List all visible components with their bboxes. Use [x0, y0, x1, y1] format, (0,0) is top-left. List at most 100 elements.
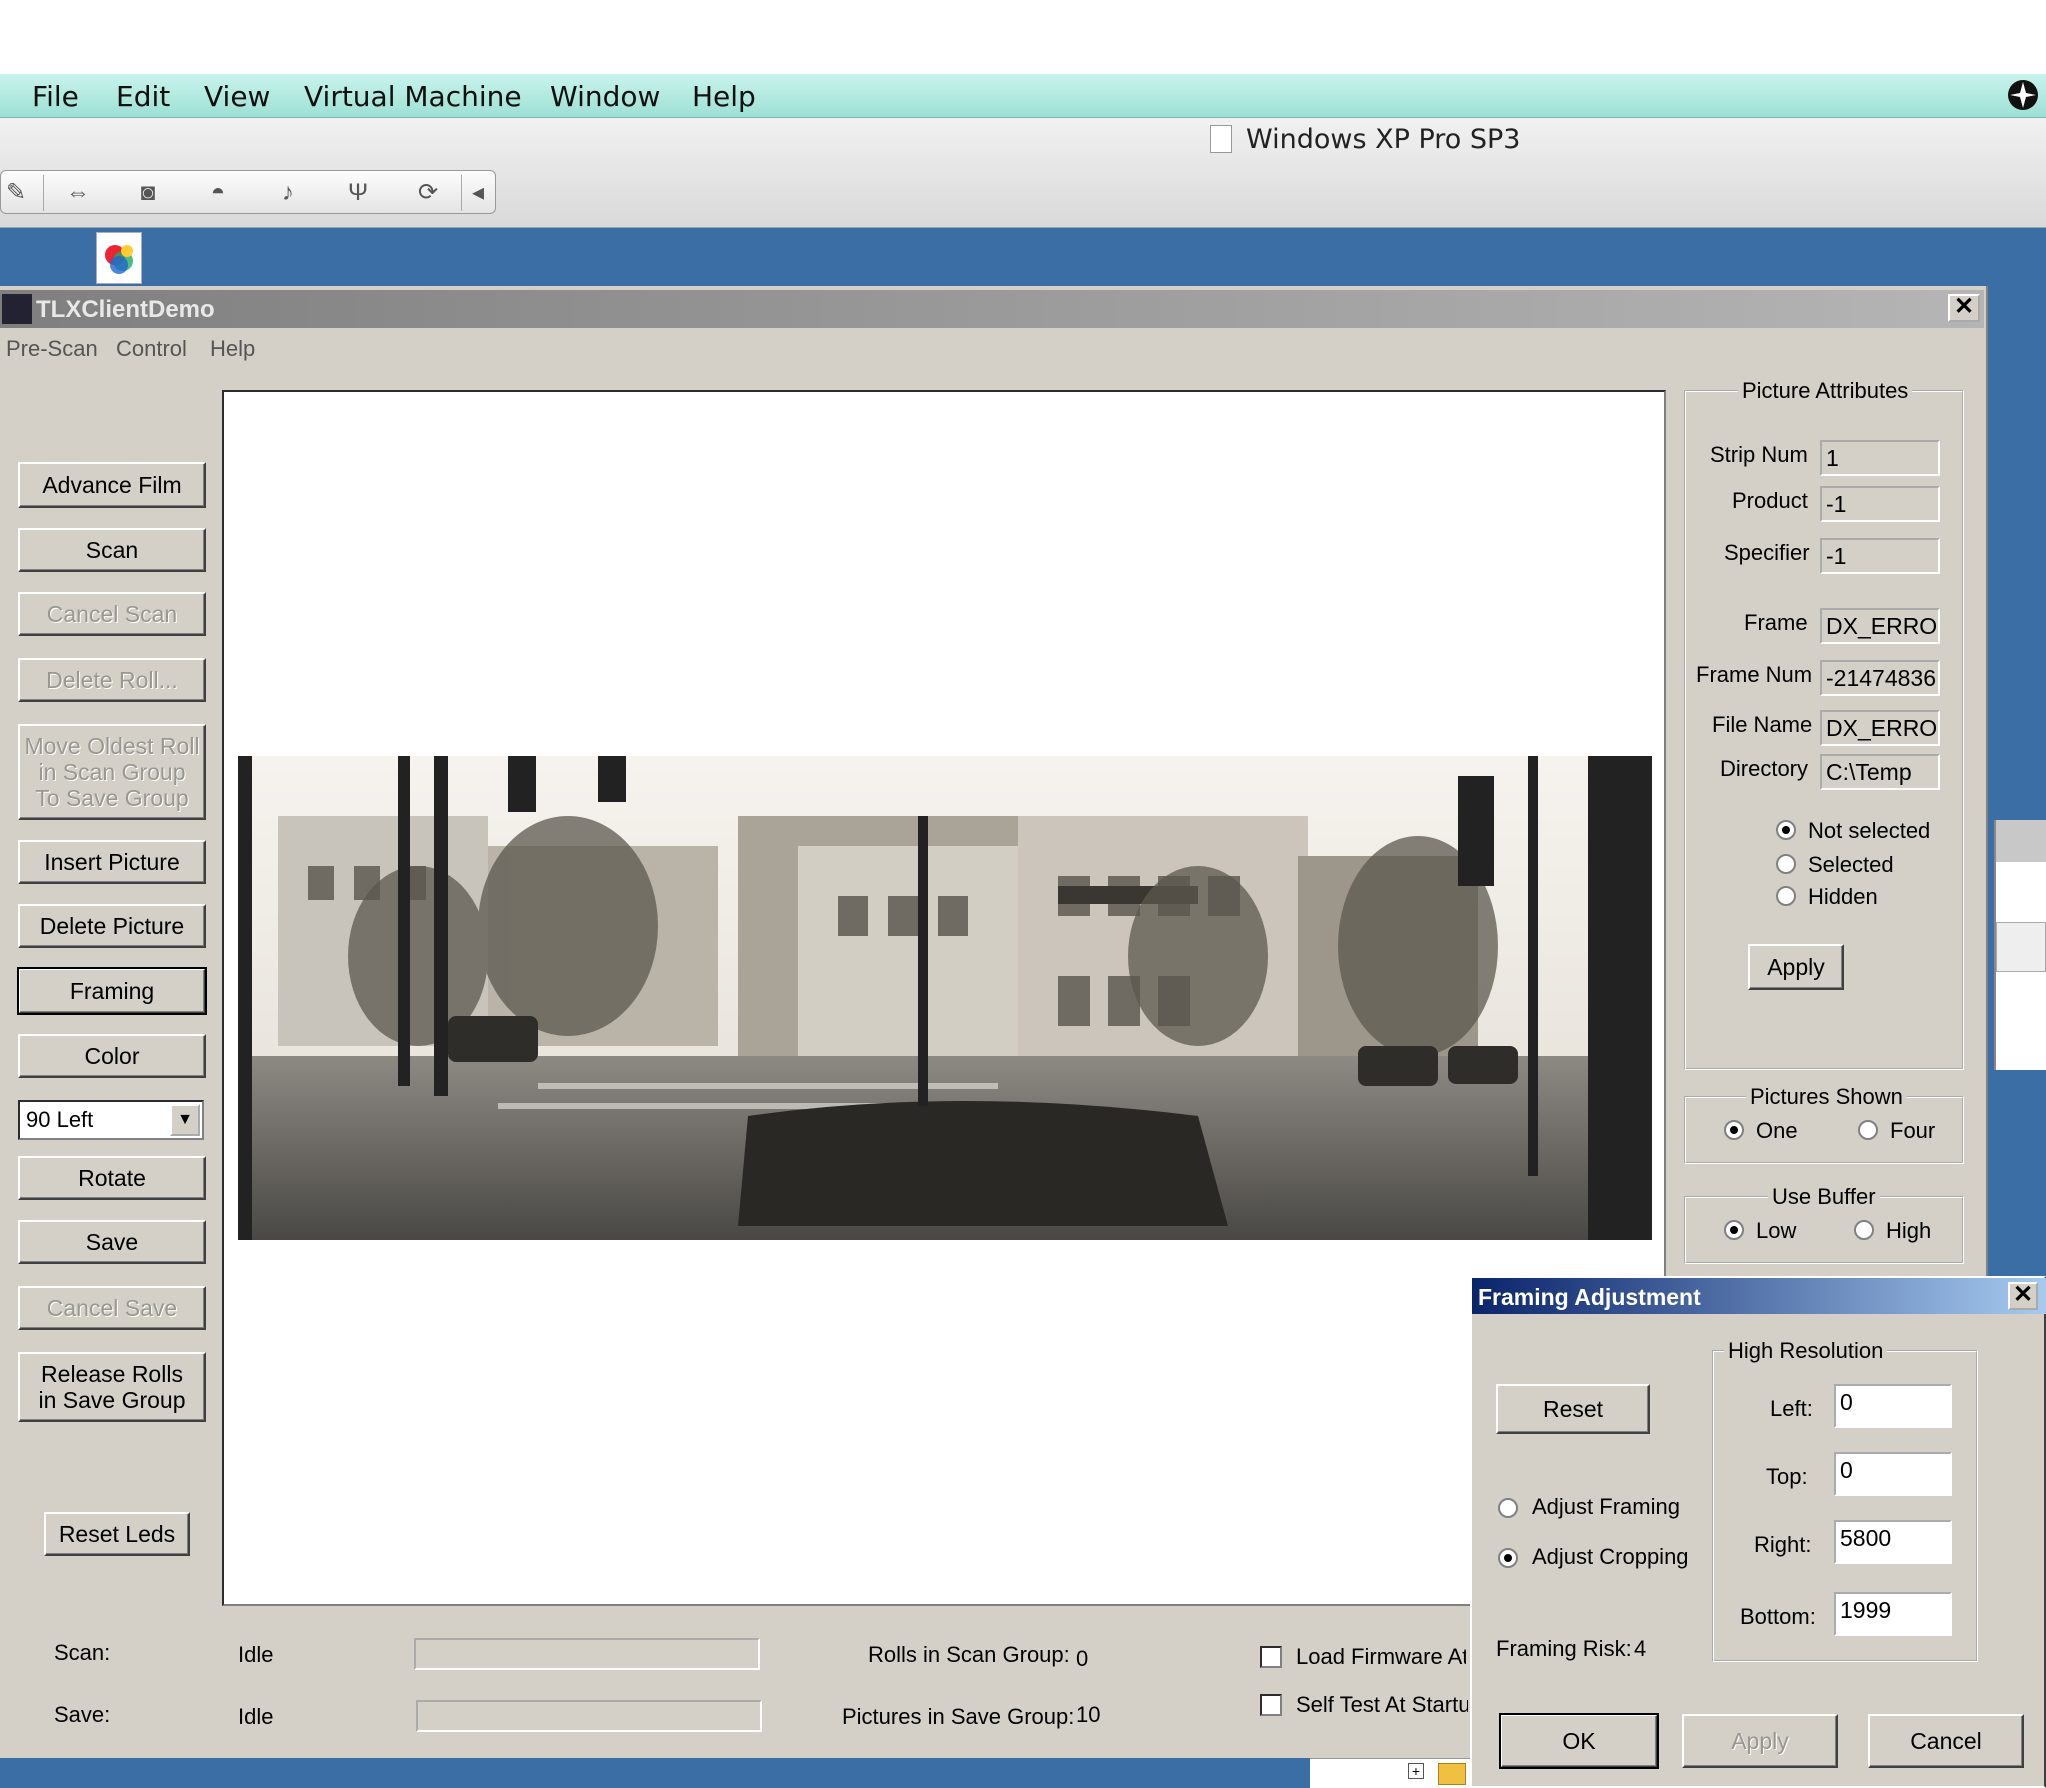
host-menu-file[interactable]: File — [32, 80, 79, 113]
product-label: Product — [1732, 488, 1808, 513]
sync-icon[interactable]: ⟳ — [413, 179, 443, 207]
use-buffer-title: Use Buffer — [1768, 1184, 1880, 1210]
save-progress-bar — [416, 1700, 762, 1732]
not-selected-radio[interactable] — [1776, 820, 1796, 840]
menu-help[interactable]: Help — [210, 336, 255, 362]
speaker-icon[interactable]: ♪ — [273, 179, 303, 207]
save-button[interactable]: Save — [18, 1220, 206, 1264]
folder-icon[interactable] — [1438, 1763, 1466, 1785]
release-rolls-button[interactable]: Release Rolls in Save Group — [18, 1352, 206, 1422]
frame-field[interactable]: DX_ERRO — [1820, 608, 1940, 644]
rolls-in-scan-group-label: Rolls in Scan Group: — [868, 1642, 1070, 1667]
pictures-one-label: One — [1756, 1118, 1798, 1143]
self-test-checkbox[interactable] — [1260, 1694, 1282, 1716]
file-name-label: File Name — [1712, 712, 1813, 737]
background-window — [1994, 820, 2046, 1070]
buffer-high-label: High — [1886, 1218, 1932, 1243]
scan-status-value: Idle — [238, 1642, 274, 1667]
cancel-scan-button[interactable]: Cancel Scan — [18, 592, 206, 636]
file-name-field[interactable]: DX_ERRO — [1820, 710, 1940, 746]
top-label: Top: — [1766, 1464, 1808, 1489]
expand-icon[interactable]: + — [1408, 1763, 1424, 1779]
directory-field[interactable]: C:\Temp — [1820, 754, 1940, 790]
load-firmware-checkbox[interactable] — [1260, 1646, 1282, 1668]
host-menubar: File Edit View Virtual Machine Window He… — [0, 74, 2046, 118]
left-field[interactable]: 0 — [1834, 1384, 1952, 1428]
framing-risk-value: 4 — [1634, 1636, 1647, 1661]
move-oldest-roll-button[interactable]: Move Oldest Roll in Scan Group To Save G… — [18, 724, 206, 820]
cancel-save-button[interactable]: Cancel Save — [18, 1286, 206, 1330]
pictures-four-label: Four — [1890, 1118, 1936, 1143]
delete-roll-button[interactable]: Delete Roll... — [18, 658, 206, 702]
directory-label: Directory — [1720, 756, 1809, 781]
frame-label: Frame — [1744, 610, 1808, 635]
not-selected-label: Not selected — [1808, 818, 1931, 843]
buffer-low-label: Low — [1756, 1218, 1797, 1243]
insert-picture-button[interactable]: Insert Picture — [18, 840, 206, 884]
chevron-down-icon[interactable]: ▼ — [170, 1104, 200, 1136]
top-field[interactable]: 0 — [1834, 1452, 1952, 1496]
specifier-label: Specifier — [1724, 540, 1810, 565]
product-field[interactable]: -1 — [1820, 486, 1940, 522]
app-close-button[interactable]: ✕ — [1948, 294, 1980, 322]
host-menu-help[interactable]: Help — [692, 80, 756, 113]
pictures-shown-title: Pictures Shown — [1746, 1084, 1907, 1110]
vm-toolbar: ✎ ⇔ ◙ ◓ ♪ Ψ ⟳ ◂ — [0, 170, 496, 214]
framing-apply-button[interactable]: Apply — [1682, 1714, 1838, 1768]
buffer-high-radio[interactable] — [1854, 1220, 1874, 1240]
cd-icon[interactable]: ◓ — [203, 179, 233, 207]
strip-num-label: Strip Num — [1710, 442, 1808, 467]
framing-cancel-button[interactable]: Cancel — [1868, 1714, 2024, 1768]
frame-num-label: Frame Num — [1696, 662, 1813, 687]
scan-progress-bar — [414, 1638, 760, 1670]
specifier-field[interactable]: -1 — [1820, 538, 1940, 574]
host-menu-edit[interactable]: Edit — [116, 80, 170, 113]
collapse-icon[interactable]: ◂ — [463, 179, 493, 207]
system-status-icon[interactable] — [2006, 78, 2040, 112]
selected-radio[interactable] — [1776, 854, 1796, 874]
host-menu-window[interactable]: Window — [550, 80, 660, 113]
host-menu-virtual-machine[interactable]: Virtual Machine — [304, 80, 522, 113]
app-icon — [2, 294, 32, 324]
pictures-four-radio[interactable] — [1858, 1120, 1878, 1140]
wrench-icon[interactable]: ✎ — [1, 179, 31, 207]
buffer-low-radio[interactable] — [1724, 1220, 1744, 1240]
hidden-radio[interactable] — [1776, 886, 1796, 906]
host-menu-view[interactable]: View — [204, 80, 270, 113]
left-label: Left: — [1770, 1396, 1813, 1421]
strip-num-field[interactable]: 1 — [1820, 440, 1940, 476]
right-field[interactable]: 5800 — [1834, 1520, 1952, 1564]
dialog-close-button[interactable]: ✕ — [2008, 1282, 2038, 1310]
disk-icon[interactable]: ◙ — [133, 179, 163, 207]
usb-icon[interactable]: Ψ — [343, 179, 373, 207]
load-firmware-label: Load Firmware At — [1296, 1644, 1466, 1669]
framing-reset-button[interactable]: Reset — [1496, 1384, 1650, 1434]
taskbar-tray: + — [1310, 1758, 1470, 1788]
desktop-app-icon[interactable] — [96, 232, 142, 284]
attributes-apply-button[interactable]: Apply — [1748, 944, 1844, 990]
adjust-framing-label: Adjust Framing — [1532, 1494, 1680, 1519]
frame-num-field[interactable]: -21474836 — [1820, 660, 1940, 696]
vm-document-icon — [1210, 125, 1232, 153]
network-icon[interactable]: ⇔ — [63, 179, 93, 207]
framing-ok-button[interactable]: OK — [1499, 1713, 1659, 1769]
pictures-one-radio[interactable] — [1724, 1120, 1744, 1140]
picture-attributes-title: Picture Attributes — [1738, 378, 1913, 404]
pictures-in-save-group-value: 10 — [1076, 1702, 1101, 1727]
delete-picture-button[interactable]: Delete Picture — [18, 904, 206, 948]
reset-leds-button[interactable]: Reset Leds — [44, 1512, 190, 1556]
bottom-field[interactable]: 1999 — [1834, 1592, 1952, 1636]
color-button[interactable]: Color — [18, 1034, 206, 1078]
adjust-cropping-radio[interactable] — [1498, 1548, 1518, 1568]
hidden-label: Hidden — [1808, 884, 1878, 909]
adjust-framing-radio[interactable] — [1498, 1498, 1518, 1518]
rotate-button[interactable]: Rotate — [18, 1156, 206, 1200]
menu-control[interactable]: Control — [116, 336, 187, 362]
app-title: TLXClientDemo — [36, 296, 215, 323]
menu-pre-scan[interactable]: Pre-Scan — [6, 336, 98, 362]
framing-button[interactable]: Framing — [17, 967, 207, 1015]
pictures-in-save-group-label: Pictures in Save Group: — [842, 1704, 1075, 1729]
right-label: Right: — [1754, 1532, 1812, 1557]
advance-film-button[interactable]: Advance Film — [18, 462, 206, 508]
scan-button[interactable]: Scan — [18, 528, 206, 572]
